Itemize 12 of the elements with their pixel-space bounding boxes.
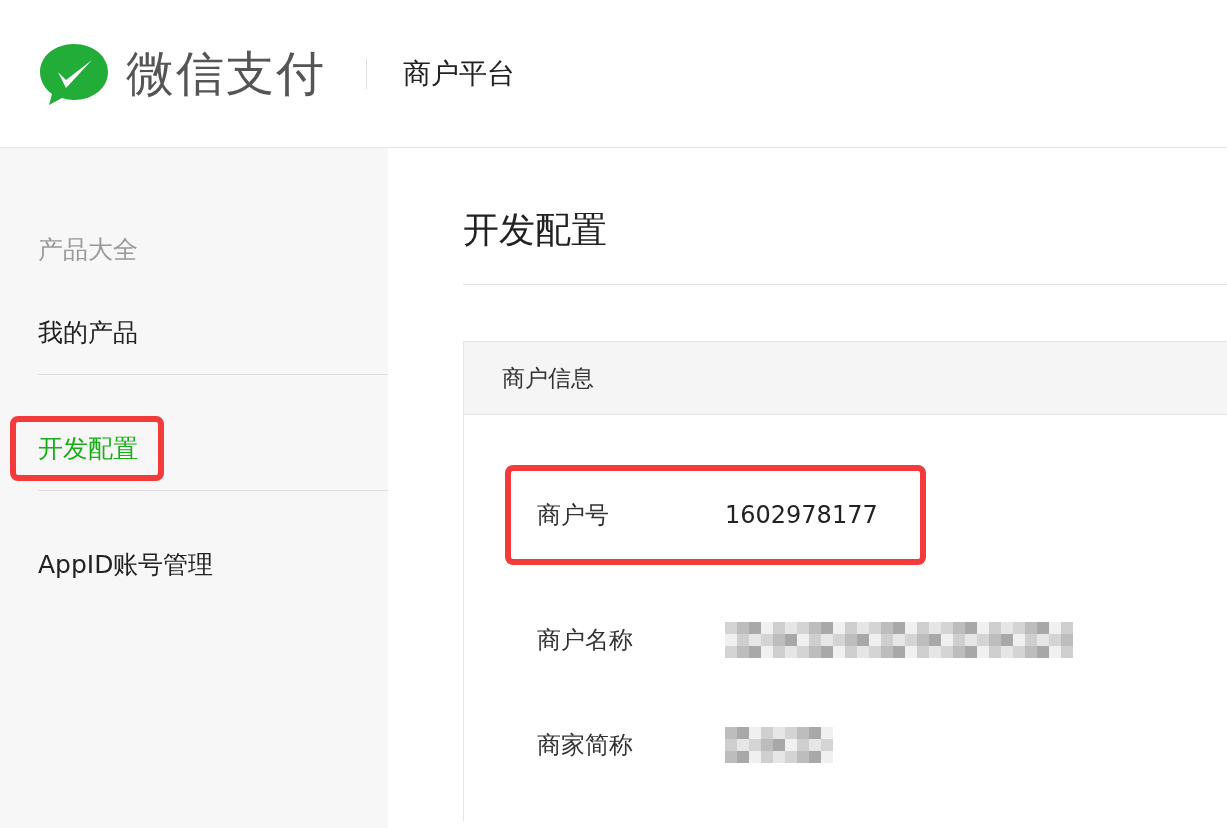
sidebar-heading: 产品大全 xyxy=(38,234,138,266)
platform-title: 商户平台 xyxy=(403,55,515,92)
page-title: 开发配置 xyxy=(463,208,608,252)
sidebar-item[interactable]: AppID账号管理 xyxy=(38,548,214,581)
field-label: 商户号 xyxy=(537,500,610,531)
card-title: 商户信息 xyxy=(502,363,594,393)
brand-name: 微信支付 xyxy=(126,43,326,103)
field-label: 商家简称 xyxy=(537,730,634,761)
field-value: 1602978177 xyxy=(725,501,878,529)
field-label: 商户名称 xyxy=(537,625,634,656)
chat-bubble-check-icon xyxy=(38,41,110,106)
sidebar-item[interactable]: 我的产品 xyxy=(38,316,138,349)
